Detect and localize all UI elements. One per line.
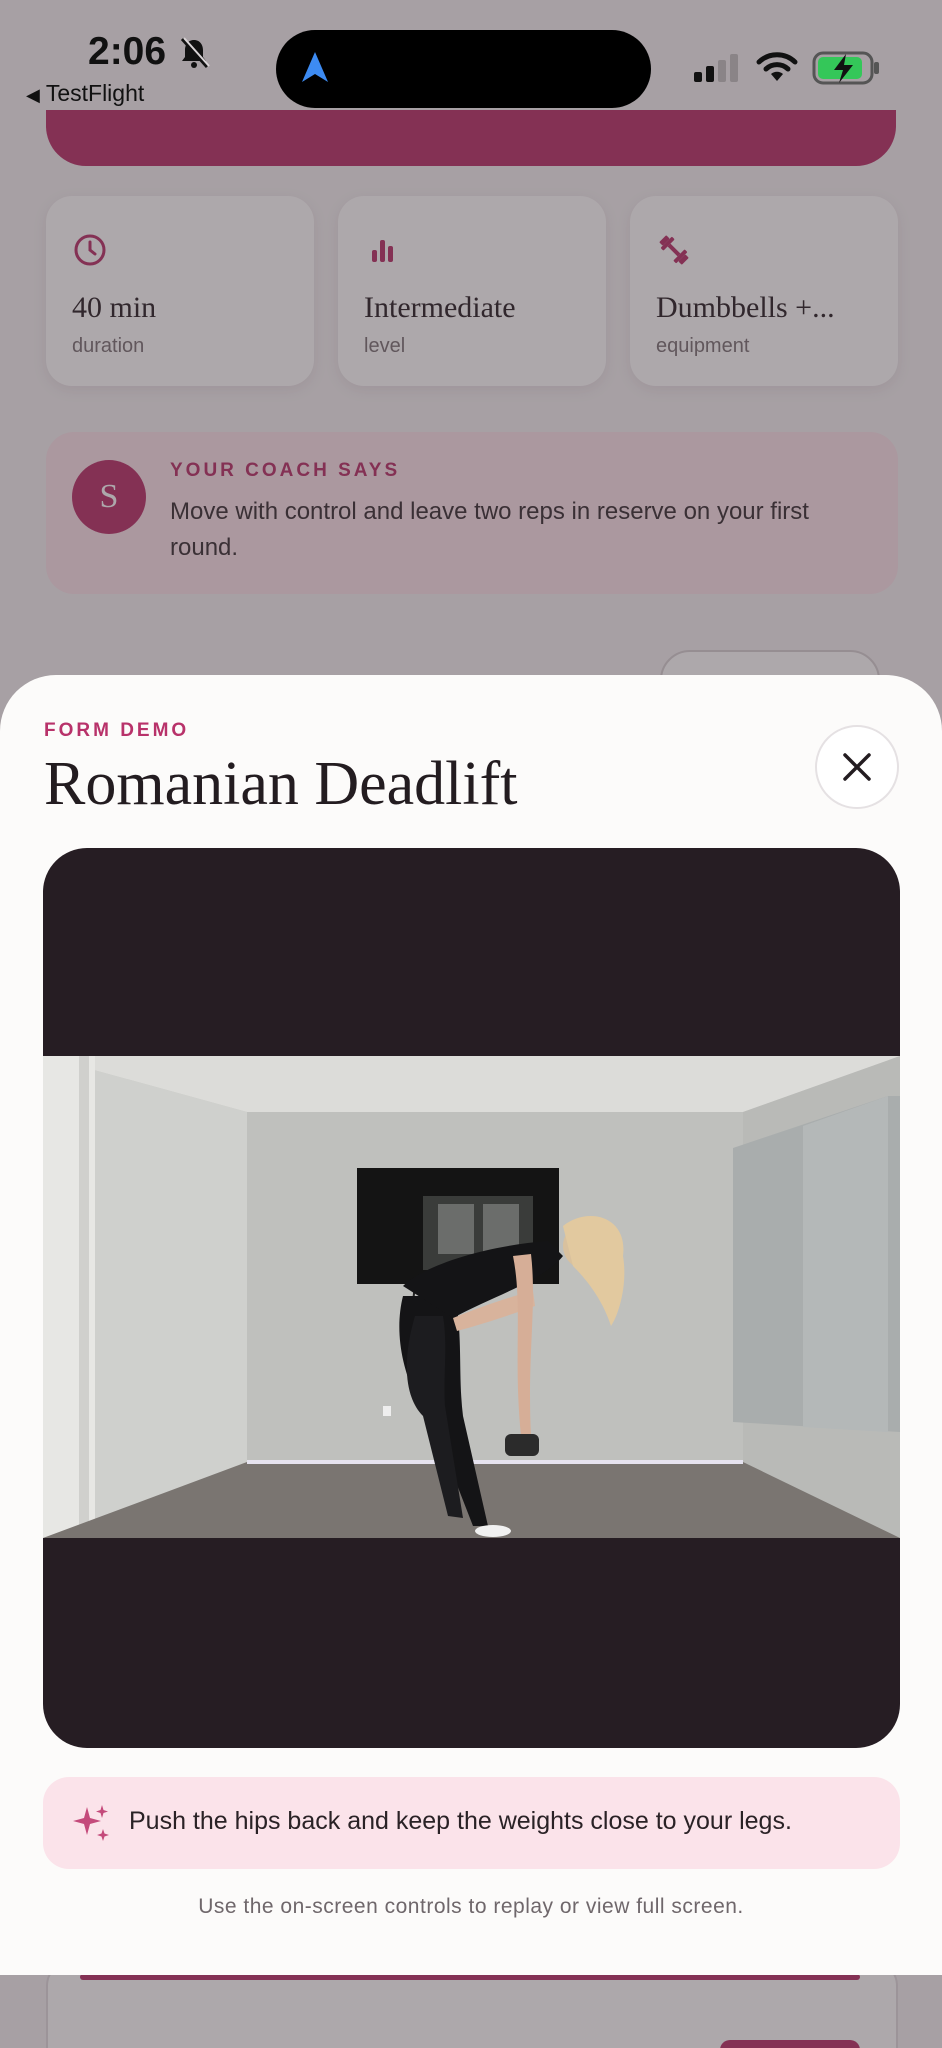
bell-slash-icon — [180, 37, 210, 68]
cellular-signal-icon — [694, 54, 738, 82]
exercise-video-frame[interactable] — [43, 1056, 900, 1538]
form-demo-sheet: FORM DEMO Romanian Deadlift Push the hip… — [0, 675, 942, 1975]
battery-charging-icon — [812, 51, 879, 85]
exercise-title: Romanian Deadlift — [44, 750, 518, 818]
sparkle-icon — [73, 1805, 109, 1841]
video-player[interactable] — [43, 848, 900, 1748]
wifi-icon — [756, 52, 798, 81]
navigation-arrow-icon — [302, 52, 328, 82]
sheet-eyebrow: FORM DEMO — [44, 720, 190, 741]
close-icon — [843, 753, 871, 781]
close-button[interactable] — [815, 725, 899, 809]
tip-text: Push the hips back and keep the weights … — [129, 1807, 792, 1835]
form-tip: Push the hips back and keep the weights … — [43, 1777, 900, 1869]
back-triangle-icon: ◀ — [26, 85, 40, 105]
back-app-label: TestFlight — [45, 80, 145, 106]
status-time: 2:06 — [88, 30, 167, 73]
dynamic-island — [276, 30, 651, 108]
video-hint: Use the on-screen controls to replay or … — [198, 1895, 744, 1918]
back-to-app-link[interactable]: ◀ TestFlight — [26, 80, 144, 107]
